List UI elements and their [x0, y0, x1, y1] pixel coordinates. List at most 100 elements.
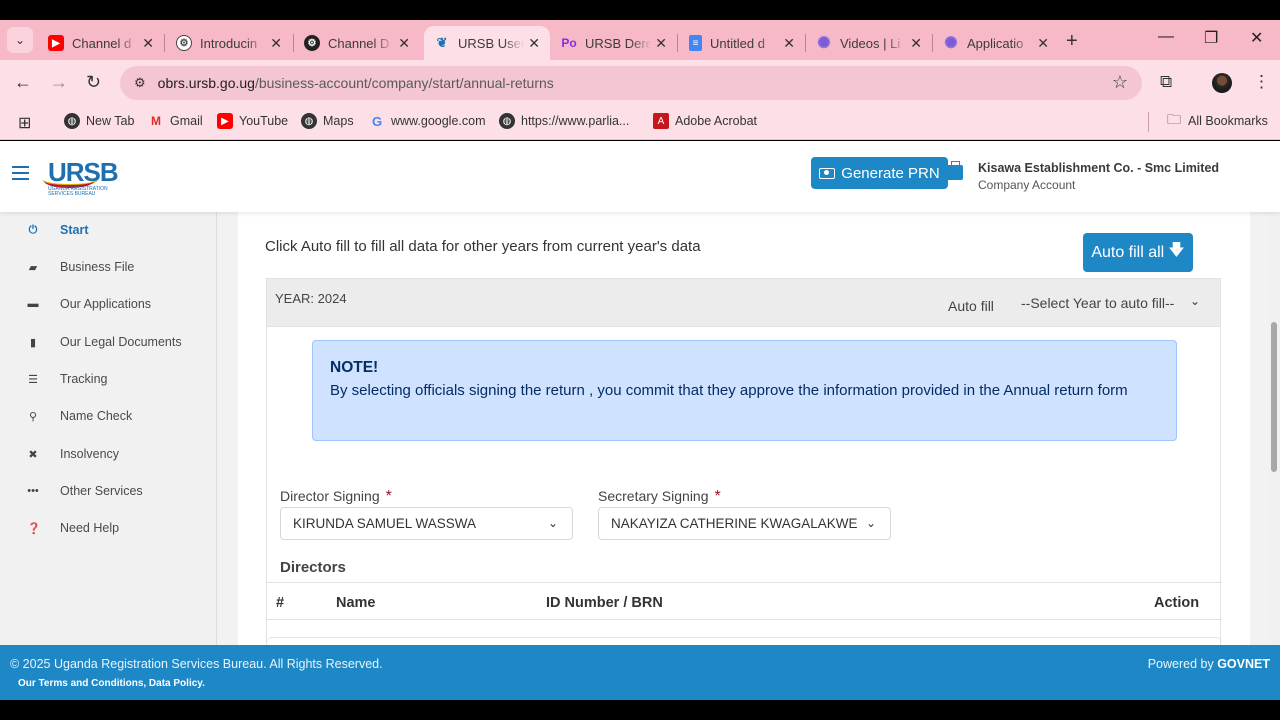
apps-grid-icon[interactable]: ⊞: [18, 113, 31, 133]
site-header: URSB UGANDA REGISTRATION SERVICES BUREAU…: [0, 141, 1280, 212]
directors-table-header: # Name ID Number / BRN Action: [267, 582, 1222, 620]
browser-tabstrip: ⌄ ▶ Channel d ✕ ⚙ Introducin ✕ ⚙ Channel…: [0, 20, 1280, 60]
powered-by: Powered by GOVNET: [1147, 657, 1270, 671]
close-icon[interactable]: ✕: [142, 35, 154, 52]
autofill-label: Auto fill: [948, 298, 994, 314]
document-icon: ▮: [29, 336, 37, 349]
required-asterisk: *: [714, 488, 721, 505]
tab-search-button[interactable]: ⌄: [7, 27, 33, 53]
bookmark-gmail[interactable]: M Gmail: [148, 113, 203, 129]
gmail-icon: M: [151, 114, 161, 128]
po-icon: Po: [561, 36, 577, 50]
list-icon: ☰: [28, 373, 38, 386]
bookmark-star-icon[interactable]: ☆: [1112, 72, 1128, 93]
all-bookmarks[interactable]: 🗀 All Bookmarks: [1166, 111, 1268, 129]
close-icon[interactable]: ✕: [783, 35, 795, 52]
forward-arrow-icon[interactable]: →: [50, 72, 68, 93]
sidebar-item-start[interactable]: ⏻ Start: [0, 215, 217, 245]
restore-icon[interactable]: ❐: [1204, 28, 1218, 48]
sidebar-item-need-help[interactable]: ❓ Need Help: [0, 513, 217, 543]
tab-2[interactable]: ⚙ Channel D ✕: [294, 26, 420, 60]
main-content: Click Auto fill to fill all data for oth…: [238, 212, 1250, 700]
gear-icon: ✺: [944, 35, 958, 52]
chevron-down-icon: ⌄: [547, 516, 558, 530]
globe-icon: ◍: [64, 113, 80, 129]
tab-7[interactable]: ✺ Applicatio ✕: [933, 26, 1059, 60]
chevron-down-icon: ⌄: [865, 516, 876, 530]
money-icon: [819, 167, 836, 179]
sidebar-item-tracking[interactable]: ☰ Tracking: [0, 364, 217, 394]
briefcase-icon: ▰: [28, 261, 38, 274]
chevron-down-icon: ⌄: [1189, 294, 1200, 308]
bookmark-maps[interactable]: ◍ Maps: [301, 113, 354, 129]
tab-4[interactable]: Po URSB Dere ✕: [551, 26, 677, 60]
close-icon[interactable]: ✕: [655, 35, 667, 52]
ursb-icon: ❦: [436, 35, 448, 50]
site-footer: © 2025 Uganda Registration Services Bure…: [0, 645, 1280, 700]
close-icon[interactable]: ✕: [528, 35, 540, 52]
search-icon: ⚲: [28, 410, 38, 423]
secretary-signing-select[interactable]: NAKAYIZA CATHERINE KWAGALAKWE ⌄: [598, 507, 891, 540]
youtube-icon: ▶: [48, 35, 64, 51]
sidebar-item-name-check[interactable]: ⚲ Name Check: [0, 401, 217, 431]
note-body: By selecting officials signing the retur…: [330, 382, 1128, 399]
year-autofill-select[interactable]: --Select Year to auto fill-- ⌄: [1013, 286, 1218, 319]
address-bar[interactable]: ⚙ obrs.ursb.go.ug/business-account/compa…: [120, 66, 1142, 100]
hamburger-menu-icon[interactable]: [12, 166, 29, 180]
director-signing-select[interactable]: KIRUNDA SAMUEL WASSWA ⌄: [280, 507, 573, 540]
year-header: YEAR: 2024 Auto fill --Select Year to au…: [266, 278, 1221, 327]
close-icon[interactable]: ✕: [910, 35, 922, 52]
bookmark-youtube[interactable]: ▶ YouTube: [217, 113, 288, 129]
col-number: #: [276, 595, 285, 611]
sidebar-item-other-services[interactable]: ••• Other Services: [0, 476, 217, 506]
sidebar-item-our-applications[interactable]: ▬ Our Applications: [0, 289, 217, 319]
bookmark-new-tab[interactable]: ◍ New Tab: [64, 113, 134, 129]
minimize-icon[interactable]: —: [1158, 28, 1174, 46]
close-icon[interactable]: ✕: [398, 35, 410, 52]
bookmark-parliament[interactable]: ◍ https://www.parlia...: [499, 113, 629, 129]
account-name[interactable]: Kisawa Establishment Co. - Smc Limited: [978, 161, 1219, 175]
back-arrow-icon[interactable]: ←: [14, 72, 32, 93]
chatgpt-icon: ⚙: [304, 35, 320, 51]
screen: ⌄ ▶ Channel d ✕ ⚙ Introducin ✕ ⚙ Channel…: [0, 0, 1280, 720]
col-id-number: ID Number / BRN: [546, 595, 663, 611]
url-text: obrs.ursb.go.ug/business-account/company…: [158, 75, 554, 91]
page-scrollbar[interactable]: [1268, 212, 1280, 700]
terms-links[interactable]: Our Terms and Conditions, Data Policy.: [18, 678, 205, 689]
kebab-menu-icon[interactable]: ⋮: [1253, 72, 1270, 92]
sidebar-item-legal-documents[interactable]: ▮ Our Legal Documents: [0, 327, 217, 357]
sidebar-item-insolvency[interactable]: ✖ Insolvency: [0, 439, 217, 469]
tab-1[interactable]: ⚙ Introducin ✕: [166, 26, 292, 60]
window-close-icon[interactable]: ✕: [1250, 28, 1263, 48]
year-label: YEAR: 2024: [275, 291, 347, 306]
close-icon[interactable]: ✕: [270, 35, 282, 52]
logo-text: URSB: [48, 157, 119, 187]
bookmark-google[interactable]: Gwww.google.com: [369, 113, 486, 129]
bookmark-adobe-acrobat[interactable]: A Adobe Acrobat: [653, 113, 757, 129]
tab-5[interactable]: ≡ Untitled d ✕: [679, 26, 805, 60]
ursb-logo[interactable]: URSB UGANDA REGISTRATION SERVICES BUREAU: [40, 157, 130, 199]
chevron-down-icon: ⌄: [14, 33, 26, 47]
sidebar-item-business-file[interactable]: ▰ Business File: [0, 252, 217, 282]
note-alert: NOTE! By selecting officials signing the…: [312, 340, 1177, 441]
auto-fill-all-button[interactable]: Auto fill all 🡇: [1083, 233, 1193, 272]
required-asterisk: *: [385, 488, 392, 505]
tab-separator: [677, 34, 678, 52]
new-tab-plus-icon[interactable]: +: [1066, 30, 1078, 53]
tab-3-active[interactable]: ❦ URSB User ✕: [424, 26, 550, 60]
google-icon: G: [371, 113, 383, 129]
tab-0[interactable]: ▶ Channel d ✕: [38, 26, 164, 60]
tab-6[interactable]: ✺ Videos | Li ✕: [806, 26, 932, 60]
site-settings-icon[interactable]: ⚙: [134, 75, 146, 91]
reload-icon[interactable]: ↻: [86, 72, 101, 93]
scrollbar-thumb[interactable]: [1271, 322, 1277, 472]
google-docs-icon: ≡: [689, 35, 702, 51]
web-page: URSB UGANDA REGISTRATION SERVICES BUREAU…: [0, 141, 1280, 700]
tab-separator: [164, 34, 165, 52]
generate-prn-button[interactable]: Generate PRN: [811, 157, 948, 189]
avatar[interactable]: [1212, 73, 1232, 93]
arrow-down-icon: 🡇: [1168, 242, 1185, 259]
close-icon[interactable]: ✕: [1037, 35, 1049, 52]
extensions-icon[interactable]: ⧉: [1160, 72, 1172, 92]
govnet-link[interactable]: GOVNET: [1217, 657, 1270, 671]
